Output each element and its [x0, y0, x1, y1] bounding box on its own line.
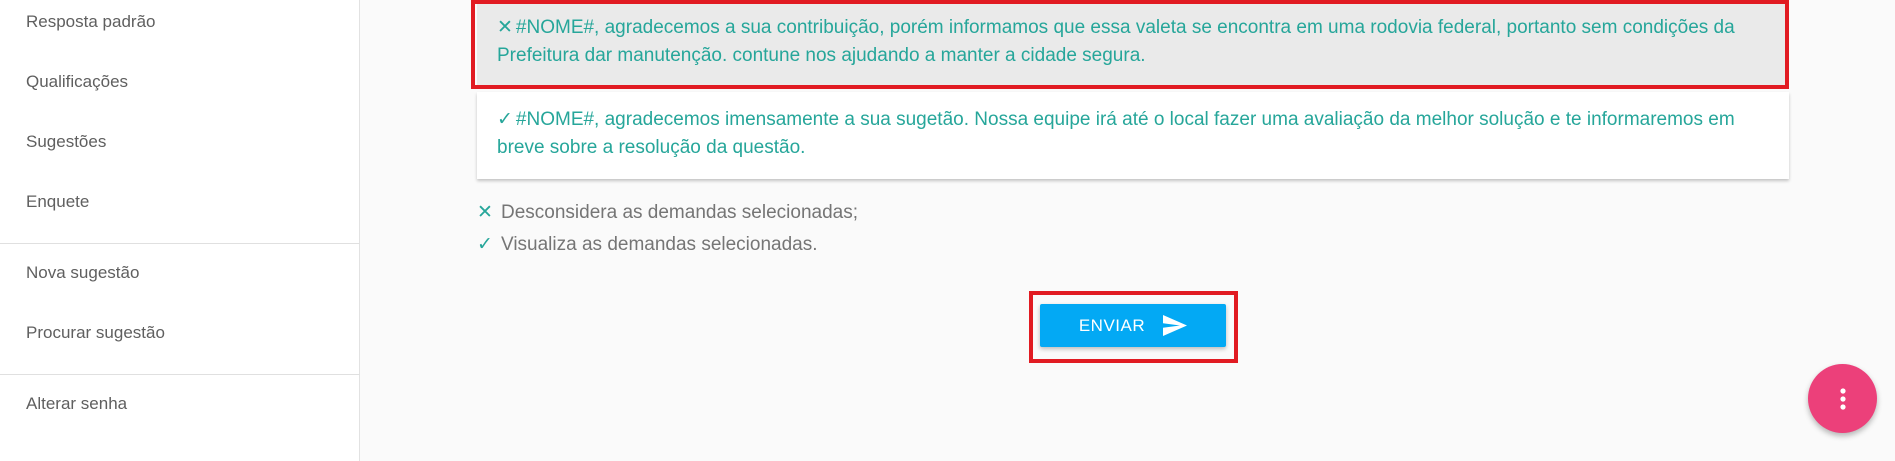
check-icon: ✓ — [497, 109, 513, 130]
sidebar-item-resposta-padrao[interactable]: Resposta padrão — [26, 12, 155, 32]
sidebar-divider — [0, 243, 360, 244]
response-option-discard[interactable]: ✕ #NOME#, agradecemos a sua contribuição,… — [477, 0, 1789, 88]
legend-view: ✓ Visualiza as demandas selecionadas. — [477, 233, 818, 256]
response-option-view[interactable]: ✓ #NOME#, agradecemos imensamente a sua s… — [477, 92, 1789, 179]
check-icon: ✓ — [477, 234, 493, 255]
legend-view-text: Visualiza as demandas selecionadas. — [501, 234, 818, 255]
close-icon: ✕ — [497, 17, 513, 38]
sidebar-item-sugestoes[interactable]: Sugestões — [26, 132, 106, 152]
sidebar-item-alterar-senha[interactable]: Alterar senha — [26, 394, 127, 414]
send-button[interactable]: ENVIAR — [1040, 304, 1226, 347]
sidebar-divider — [0, 374, 360, 375]
legend-discard-text: Desconsidera as demandas selecionadas; — [501, 202, 858, 223]
send-icon — [1163, 315, 1188, 336]
sidebar-item-nova-sugestao[interactable]: Nova sugestão — [26, 263, 139, 283]
more-options-button[interactable] — [1808, 364, 1877, 433]
sidebar-item-procurar-sugestao[interactable]: Procurar sugestão — [26, 323, 165, 343]
close-icon: ✕ — [477, 202, 493, 223]
sidebar-item-qualificacoes[interactable]: Qualificações — [26, 72, 128, 92]
response-text: #NOME#, agradecemos imensamente a sua su… — [497, 109, 1735, 158]
send-button-label: ENVIAR — [1078, 315, 1146, 335]
sidebar: Resposta padrão Qualificações Sugestões … — [0, 0, 360, 461]
legend-discard: ✕ Desconsidera as demandas selecionadas; — [477, 201, 858, 224]
sidebar-item-enquete[interactable]: Enquete — [26, 192, 89, 212]
response-text: #NOME#, agradecemos a sua contribuição, … — [497, 17, 1735, 66]
more-vert-icon — [1839, 387, 1846, 410]
